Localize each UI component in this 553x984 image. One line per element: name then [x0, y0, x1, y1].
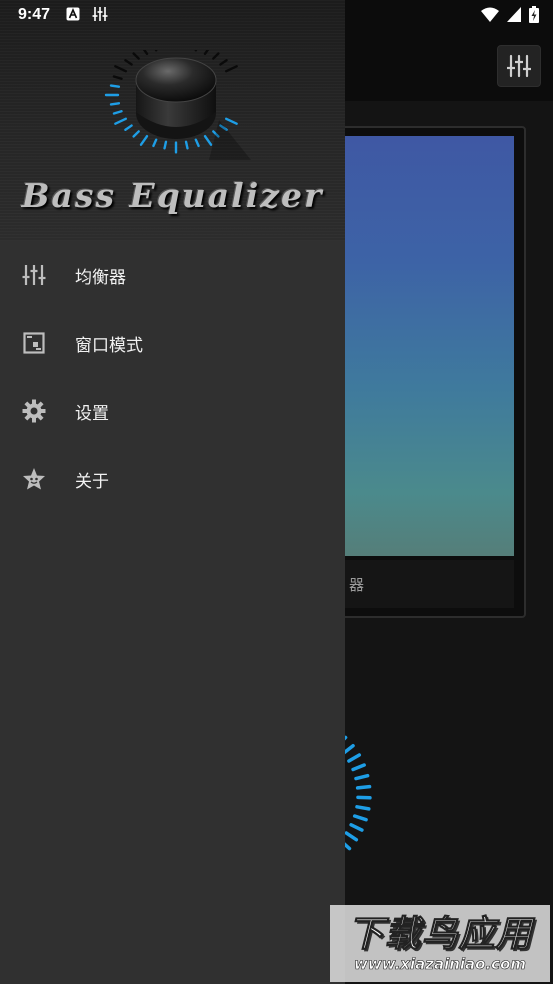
a-notification-icon	[66, 7, 80, 21]
status-time: 9:47	[18, 6, 51, 23]
dial-tick	[349, 823, 364, 832]
menu-item-label: 设置	[75, 403, 109, 424]
knob-tick	[132, 52, 140, 60]
menu-item-label: 均衡器	[75, 267, 126, 288]
knob-tick	[225, 117, 238, 125]
knob-tick	[203, 134, 213, 146]
knob-tick	[114, 65, 127, 73]
knob-tick	[152, 138, 158, 148]
watermark-main-text: 下载鸟应用	[347, 913, 533, 955]
dial-tick	[341, 743, 355, 755]
menu-item-window-mode[interactable]: 窗口模式	[0, 309, 345, 377]
knob-logo-icon	[104, 50, 251, 160]
card-caption-text: 器	[348, 575, 364, 594]
knob-tick	[109, 102, 121, 106]
signal-icon	[507, 7, 521, 22]
knob-tick	[203, 50, 210, 56]
equalizer-icon	[507, 54, 531, 78]
knob-tick	[219, 59, 228, 66]
knob-tick	[112, 75, 123, 80]
app-brand-title: Bass Equalizer	[21, 176, 324, 215]
watermark-url: www.xiazainiao.com	[353, 954, 527, 973]
knob-tick	[139, 134, 149, 146]
menu-item-about[interactable]: 关于	[0, 445, 345, 513]
drawer-header: Bass Equalizer	[0, 0, 345, 241]
menu-item-label: 窗口模式	[75, 335, 143, 356]
dial-tick	[355, 784, 372, 790]
menu-item-settings[interactable]: 设置	[0, 377, 345, 445]
star-face-icon	[22, 467, 46, 491]
knob-tick	[194, 138, 200, 148]
knob-tick	[163, 140, 168, 150]
equalizer-icon	[22, 263, 46, 287]
knob-tick	[112, 110, 123, 115]
equalizer-toolbar-button[interactable]	[497, 45, 541, 87]
knob-tick	[142, 50, 149, 56]
dial-tick	[355, 805, 371, 811]
dial-tick	[351, 763, 366, 772]
window-mode-icon	[22, 331, 46, 355]
knob-tick	[212, 52, 220, 60]
battery-charging-icon	[529, 6, 539, 23]
status-bar: 9:47	[0, 0, 553, 31]
equalizer-notification-icon	[92, 7, 108, 21]
knob-tick	[184, 140, 189, 150]
drawer-menu: 均衡器 窗口模式 设置 关于	[0, 241, 345, 513]
gear-icon	[22, 399, 46, 423]
menu-item-equalizer[interactable]: 均衡器	[0, 241, 345, 309]
dial-tick	[354, 773, 370, 781]
navigation-drawer: Bass Equalizer 均衡器 窗口模式 设置 关于	[0, 0, 345, 984]
dial-tick	[344, 831, 359, 842]
dial-tick	[352, 814, 368, 822]
knob-tick	[114, 117, 127, 125]
watermark-logo: 下载鸟应用 www.xiazainiao.com	[330, 905, 550, 982]
knob-tick	[124, 59, 133, 66]
dial-tick	[347, 753, 362, 763]
knob-tick	[109, 84, 121, 88]
knob-tick	[225, 65, 238, 73]
menu-item-label: 关于	[75, 471, 109, 492]
knob-tick	[124, 124, 133, 131]
wifi-icon	[481, 7, 499, 22]
knob-tick	[132, 130, 140, 138]
